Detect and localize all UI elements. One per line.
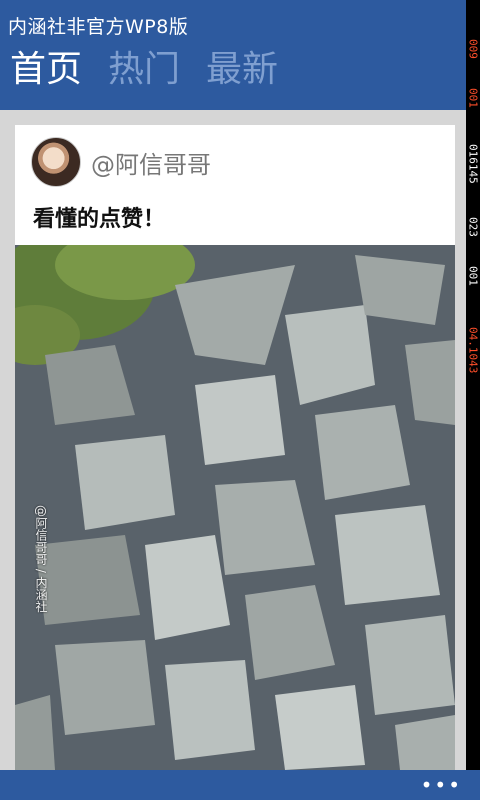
more-icon[interactable]: ••• xyxy=(421,775,462,795)
post-image[interactable]: @阿信哥哥 / 内涵社 xyxy=(15,245,455,770)
debug-counter: 001 xyxy=(466,88,480,108)
debug-counter: 04.1043 xyxy=(466,326,480,374)
frame-rate-counters: 009 001 016145 023 001 04.1043 xyxy=(466,0,480,800)
header: 内涵社非官方WP8版 首页 热门 最新 xyxy=(0,0,480,110)
post-text: 看懂的点赞！ xyxy=(33,207,166,232)
tab-home[interactable]: 首页 xyxy=(10,46,82,94)
debug-counter: 023 xyxy=(466,217,480,237)
app-bar: ••• xyxy=(0,770,480,800)
pivot-tabs: 首页 热门 最新 xyxy=(10,46,278,94)
app-title: 内涵社非官方WP8版 xyxy=(8,16,189,38)
post-card[interactable]: @阿信哥哥 看懂的点赞！ @阿信哥哥 / 内涵社 xyxy=(15,125,455,770)
author-name[interactable]: @阿信哥哥 xyxy=(91,145,211,180)
tab-latest[interactable]: 最新 xyxy=(206,46,278,94)
tab-hot[interactable]: 热门 xyxy=(108,46,180,94)
author-row: @阿信哥哥 xyxy=(31,137,211,187)
debug-counter: 009 xyxy=(466,39,480,59)
debug-counter: 016145 xyxy=(466,144,480,184)
avatar[interactable] xyxy=(31,137,81,187)
image-watermark: @阿信哥哥 / 内涵社 xyxy=(34,505,48,613)
debug-counter: 001 xyxy=(466,266,480,286)
